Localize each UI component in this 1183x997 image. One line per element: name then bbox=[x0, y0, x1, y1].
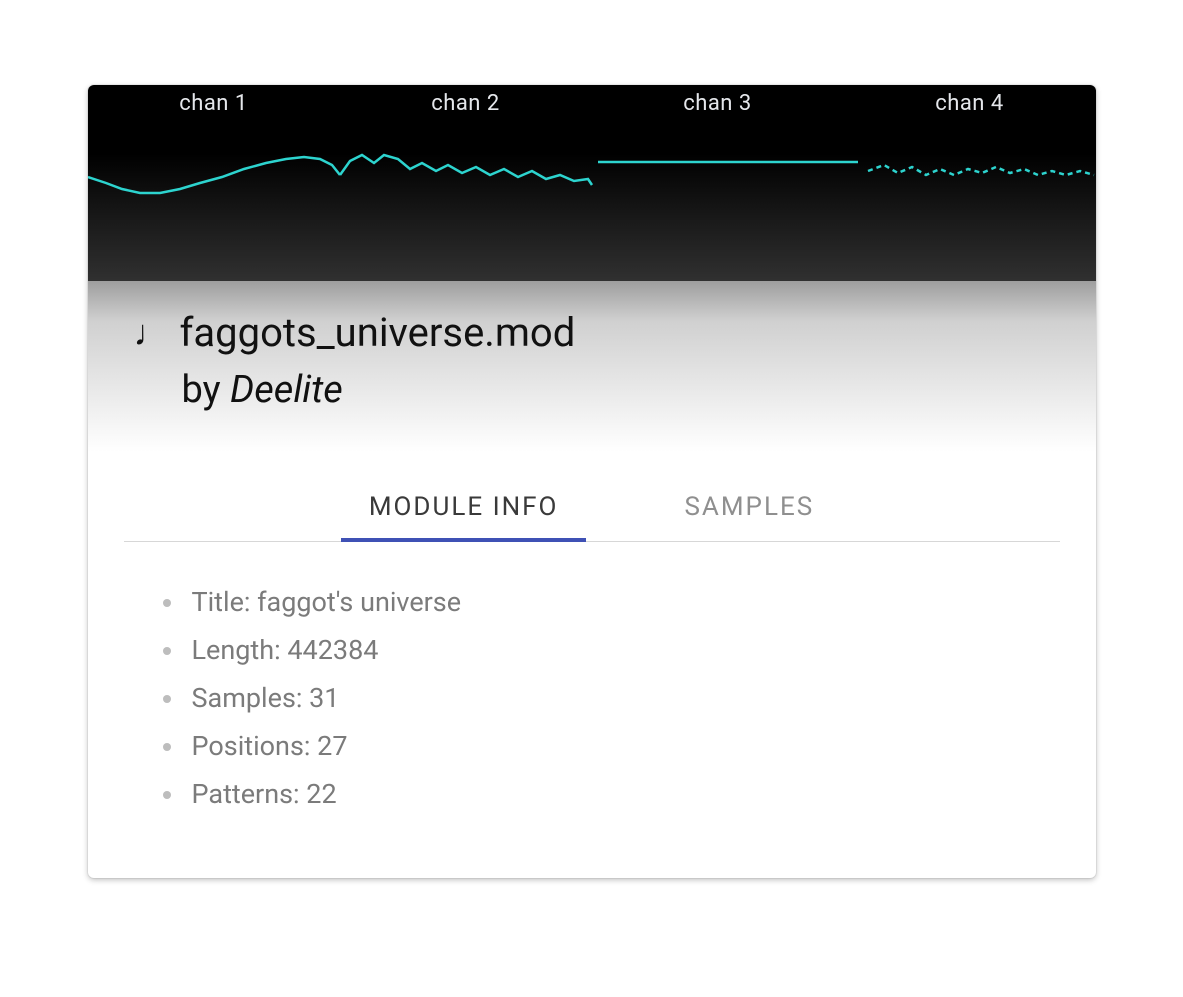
waveform-channel-2 bbox=[340, 155, 592, 185]
title-block: ♩ faggots_universe.mod by Deelite bbox=[88, 281, 1096, 482]
waveform-svg bbox=[88, 85, 1096, 281]
info-row-title: Title: faggot's universe bbox=[186, 578, 1026, 626]
info-label: Patterns: bbox=[192, 778, 307, 810]
info-label: Length: bbox=[192, 634, 288, 666]
waveform-channel-4 bbox=[868, 165, 1094, 175]
info-value: 22 bbox=[306, 778, 336, 810]
by-prefix: by bbox=[182, 368, 231, 412]
info-value: 442384 bbox=[287, 634, 378, 666]
module-player-card: chan 1 chan 2 chan 3 chan 4 ♩ faggots_un… bbox=[88, 85, 1096, 878]
byline: by Deelite bbox=[182, 368, 1050, 412]
module-author: Deelite bbox=[230, 368, 343, 412]
info-row-samples: Samples: 31 bbox=[186, 674, 1026, 722]
tab-samples[interactable]: SAMPLES bbox=[656, 482, 842, 542]
info-label: Positions: bbox=[192, 730, 318, 762]
module-filename: faggots_universe.mod bbox=[180, 309, 576, 356]
info-label: Samples: bbox=[192, 682, 310, 714]
info-value: 31 bbox=[309, 682, 339, 714]
music-note-icon: ♩ bbox=[134, 315, 170, 351]
info-label: Title: bbox=[192, 586, 258, 618]
waveform-channel-1 bbox=[88, 157, 340, 193]
tab-module-info[interactable]: MODULE INFO bbox=[341, 482, 587, 542]
info-row-length: Length: 442384 bbox=[186, 626, 1026, 674]
oscilloscope-visualizer: chan 1 chan 2 chan 3 chan 4 bbox=[88, 85, 1096, 281]
info-row-positions: Positions: 27 bbox=[186, 722, 1026, 770]
info-value: 27 bbox=[317, 730, 347, 762]
tab-bar: MODULE INFO SAMPLES bbox=[124, 482, 1060, 542]
module-info-panel: Title: faggot's universe Length: 442384 … bbox=[88, 542, 1096, 878]
title-line: ♩ faggots_universe.mod bbox=[134, 309, 1050, 356]
info-row-patterns: Patterns: 22 bbox=[186, 770, 1026, 818]
info-value: faggot's universe bbox=[257, 586, 461, 618]
